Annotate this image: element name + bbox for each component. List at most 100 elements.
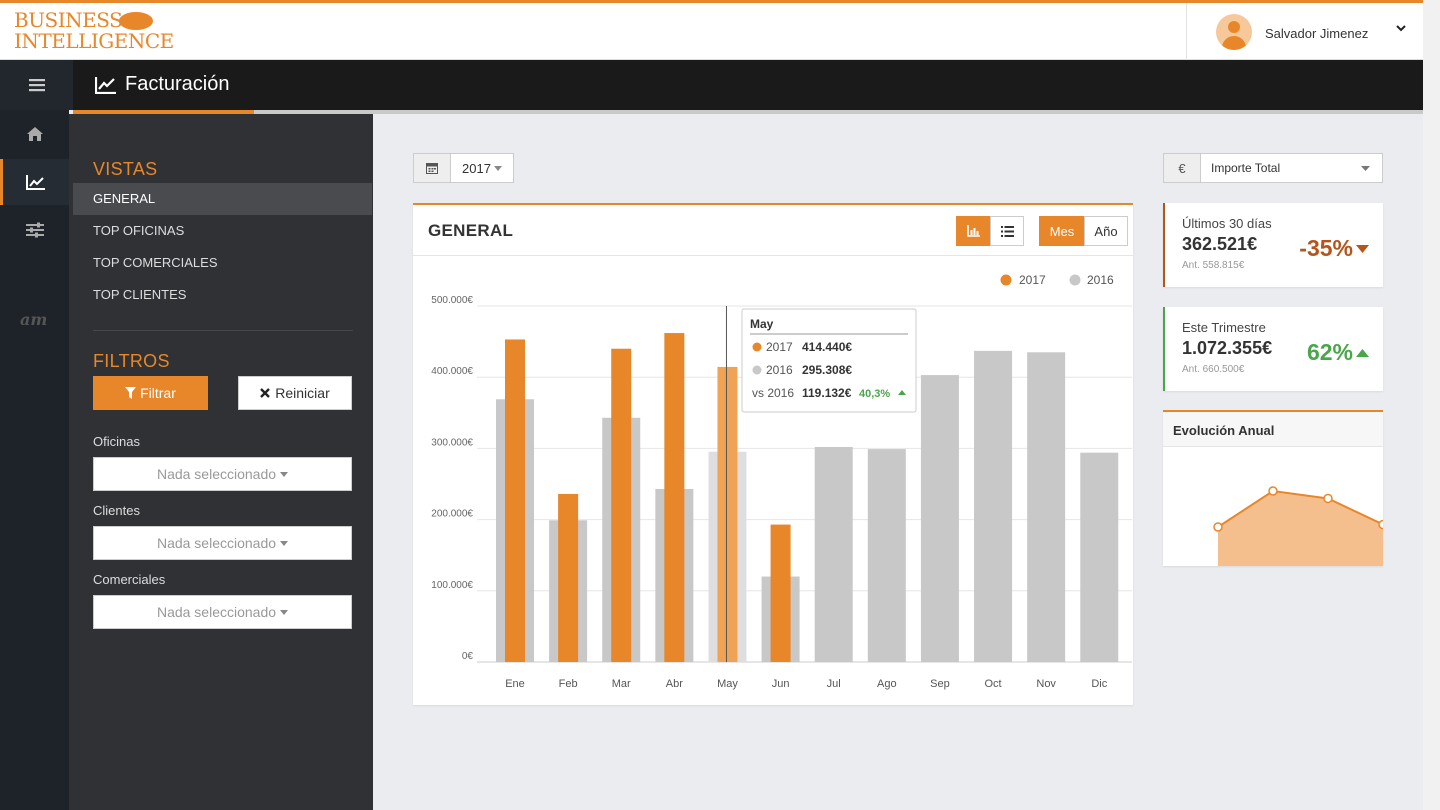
clientes-label: Clientes <box>93 503 140 518</box>
chevron-down-icon[interactable] <box>1395 22 1407 37</box>
caret-down-icon <box>280 540 289 546</box>
legend-dot-2017 <box>1000 274 1012 286</box>
caret-down-icon <box>1356 244 1369 253</box>
tooltip-dot-2016 <box>752 365 762 375</box>
menu-toggle-button[interactable] <box>0 60 73 110</box>
vista-item-top-comerciales[interactable]: TOP COMERCIALES <box>73 247 372 279</box>
tooltip-row1-value: 414.440€ <box>802 340 852 354</box>
icon-rail: am <box>0 60 73 810</box>
vista-item-top-oficinas[interactable]: TOP OFICINAS <box>73 215 372 247</box>
vista-item-general[interactable]: GENERAL <box>73 183 372 215</box>
kpi-previous: Ant. 660.500€ <box>1182 364 1245 375</box>
kpi-label: Últimos 30 días <box>1182 216 1272 231</box>
metric-select[interactable]: € Importe Total <box>1163 153 1383 183</box>
clientes-select[interactable]: Nada seleccionado <box>93 526 352 560</box>
bar-2017 <box>770 524 791 662</box>
kpi-ultimos-30-dias: Últimos 30 días 362.521€ Ant. 558.815€ -… <box>1163 203 1383 287</box>
x-tick-label: Ene <box>505 678 525 690</box>
metric-value: Importe Total <box>1211 161 1281 175</box>
filter-button[interactable]: Filtrar <box>93 376 208 410</box>
card-header: GENERAL Mes Año <box>413 205 1133 256</box>
tooltip-row2-value: 295.308€ <box>802 363 852 377</box>
list-icon <box>1000 225 1014 237</box>
legend-label-2016: 2016 <box>1087 273 1114 287</box>
reset-button[interactable]: Reiniciar <box>238 376 352 410</box>
evolucion-title: Evolución Anual <box>1163 412 1383 447</box>
tooltip-title: May <box>750 317 774 331</box>
bar-view-button[interactable] <box>956 216 991 246</box>
logo-blob <box>119 12 153 30</box>
year-picker-value[interactable]: 2017 <box>451 154 513 182</box>
vista-item-top-clientes[interactable]: TOP CLIENTES <box>73 279 372 311</box>
reset-button-label: Reiniciar <box>275 385 330 401</box>
oficinas-select[interactable]: Nada seleccionado <box>93 457 352 491</box>
chart-line-icon <box>95 76 116 94</box>
y-tick-label: 400.000€ <box>431 366 473 377</box>
rail-item-settings[interactable] <box>0 207 69 253</box>
kpi-change: -35% <box>1299 235 1369 262</box>
rail-item-home[interactable] <box>0 111 69 157</box>
kpi-change-value: 62% <box>1306 339 1353 365</box>
kpi-change-value: -35% <box>1299 235 1353 261</box>
period-ano-button[interactable]: Año <box>1084 216 1128 246</box>
evolucion-point <box>1268 486 1278 496</box>
bar-2016 <box>974 350 1013 662</box>
x-tick-label: Nov <box>1036 678 1056 690</box>
page-title-text: Facturación <box>125 73 230 95</box>
x-tick-label: Feb <box>559 678 578 690</box>
evolucion-area-chart <box>1213 486 1383 566</box>
kpi-change: 62% <box>1307 339 1369 366</box>
currency-addon: € <box>1164 154 1201 182</box>
page-title-bar: Facturación <box>73 60 1423 114</box>
page-title: Facturación <box>95 73 230 96</box>
app-logo[interactable]: BUSINESS INTELLIGENCE <box>14 10 174 52</box>
evolucion-anual-card: Evolución Anual <box>1163 410 1383 566</box>
bar-2016 <box>920 375 959 662</box>
scrollbar[interactable] <box>1423 0 1440 810</box>
year-picker[interactable]: 2017 <box>413 153 514 183</box>
bar-chart-icon <box>966 225 980 237</box>
tooltip-row2-label: 2016 <box>766 363 793 377</box>
table-view-button[interactable] <box>990 216 1024 246</box>
tooltip-row3-pct: 40,3% <box>859 388 890 400</box>
kpi-este-trimestre: Este Trimestre 1.072.355€ Ant. 660.500€ … <box>1163 307 1383 391</box>
clientes-select-value: Nada seleccionado <box>156 535 277 551</box>
comerciales-label: Comerciales <box>93 572 166 587</box>
rail-item-facturacion[interactable] <box>0 159 69 205</box>
filter-icon <box>125 387 137 399</box>
metric-select-value[interactable]: Importe Total <box>1201 154 1382 182</box>
kpi-label: Este Trimestre <box>1182 320 1266 335</box>
calendar-icon <box>414 154 451 182</box>
user-name[interactable]: Salvador Jimenez <box>1265 26 1368 41</box>
y-tick-label: 500.000€ <box>431 295 473 306</box>
filter-panel: VISTAS GENERAL TOP OFICINAS TOP COMERCIA… <box>69 114 373 810</box>
x-tick-label: Abr <box>666 678 683 690</box>
comerciales-select[interactable]: Nada seleccionado <box>93 595 352 629</box>
logo-line-2: INTELLIGENCE <box>14 29 174 53</box>
period-mes-button[interactable]: Mes <box>1039 216 1085 246</box>
caret-down-icon <box>493 165 502 171</box>
user-menu[interactable]: Salvador Jimenez <box>1186 3 1423 60</box>
evolucion-point <box>1378 519 1383 530</box>
tooltip-row3-label: vs 2016 <box>752 386 794 400</box>
caret-down-icon <box>280 471 289 477</box>
y-tick-label: 200.000€ <box>431 509 473 520</box>
filter-button-label: Filtrar <box>140 385 176 401</box>
filtros-title: FILTROS <box>93 351 170 371</box>
general-chart-card: GENERAL Mes Año 0€ 100.000€ 200.000€ 300.00… <box>413 203 1133 705</box>
home-icon <box>26 127 43 141</box>
bar-2016 <box>1027 352 1066 662</box>
caret-down-icon <box>280 609 289 615</box>
bar-2016 <box>814 446 853 662</box>
chart-line-icon <box>26 175 45 190</box>
x-tick-label: May <box>717 678 738 690</box>
bar-chart: 0€ 100.000€ 200.000€ 300.000€ 400.000€ 500.00… <box>431 273 1132 690</box>
hamburger-icon <box>28 79 45 92</box>
title-strip <box>254 110 1423 114</box>
avatar[interactable] <box>1216 14 1252 50</box>
x-tick-label: Jun <box>772 678 790 690</box>
year-value: 2017 <box>462 160 491 176</box>
caret-up-icon <box>1356 348 1369 357</box>
vistas-title: VISTAS <box>93 159 158 179</box>
top-header: BUSINESS INTELLIGENCE Salvador Jimenez <box>0 0 1423 60</box>
